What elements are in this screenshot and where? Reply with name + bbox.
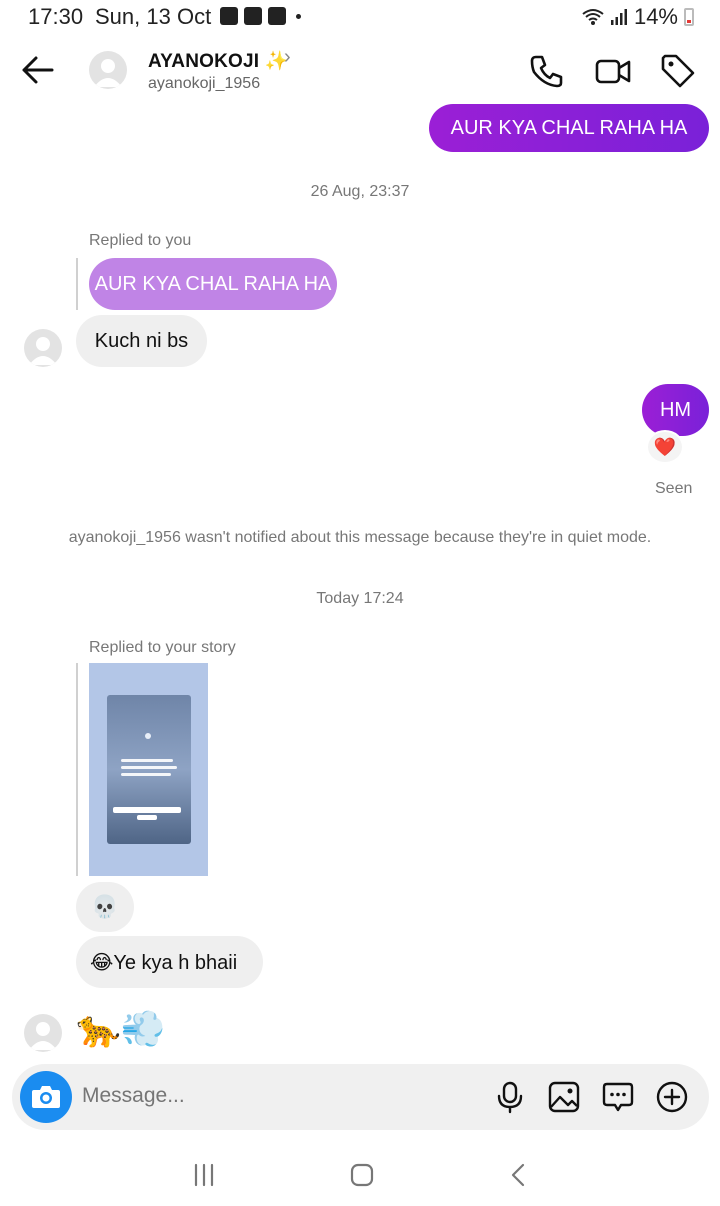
status-right: 14%: [582, 4, 694, 30]
story-preview-image: [107, 695, 191, 844]
reply-bar: [76, 258, 78, 310]
chat-bubble-icon[interactable]: [601, 1080, 635, 1114]
reply-label: Replied to your story: [89, 639, 236, 656]
sender-avatar[interactable]: [24, 329, 62, 367]
microphone-icon[interactable]: [493, 1080, 527, 1114]
timestamp: Today 17:24: [316, 590, 404, 607]
story-text-line: [121, 759, 173, 762]
phone-icon[interactable]: [528, 52, 566, 90]
quoted-text: AUR KYA CHAL RAHA HA: [94, 272, 332, 295]
message-composer: [12, 1064, 709, 1130]
message-text: AUR KYA CHAL RAHA HA: [450, 116, 688, 139]
story-text-line: [137, 815, 157, 820]
default-avatar-icon: [29, 1022, 57, 1050]
story-text-line: [113, 807, 181, 813]
wifi-icon: [582, 9, 604, 25]
message-thread[interactable]: AUR KYA CHAL RAHA HA 26 Aug, 23:37 Repli…: [0, 104, 720, 1060]
plus-circle-icon[interactable]: [655, 1080, 689, 1114]
video-camera-icon[interactable]: [594, 52, 632, 90]
message-text: 😂Ye kya h bhaii: [90, 951, 238, 974]
contact-name[interactable]: AYANOKOJI ✨: [148, 49, 289, 73]
emoji-message[interactable]: 🐆💨: [76, 1006, 166, 1052]
status-time: 17:30: [28, 4, 84, 29]
status-date: Sun, 13 Oct: [95, 4, 212, 29]
sent-message[interactable]: HM: [642, 384, 709, 436]
quoted-message[interactable]: AUR KYA CHAL RAHA HA: [89, 258, 337, 310]
reply-bar: [76, 663, 78, 876]
system-navigation-bar: [0, 1140, 720, 1206]
recent-apps-icon[interactable]: [189, 1162, 219, 1188]
sent-message[interactable]: AUR KYA CHAL RAHA HA: [429, 104, 709, 152]
received-message[interactable]: Kuch ni bs: [76, 315, 207, 367]
timestamp: 26 Aug, 23:37: [310, 183, 410, 200]
message-text: HM: [659, 398, 692, 421]
chevron-right-icon[interactable]: ›: [284, 46, 291, 69]
story-text-line: [121, 766, 177, 769]
signal-icon: [610, 9, 627, 25]
skull-emoji: 💀: [91, 894, 119, 919]
reply-label: Replied to you: [89, 232, 192, 249]
sender-avatar[interactable]: [24, 1014, 62, 1052]
default-avatar-icon: [94, 59, 122, 87]
chat-header: AYANOKOJI ✨ › ayanokoji_1956: [0, 34, 720, 108]
message-text: Kuch ni bs: [94, 329, 189, 352]
status-bar: 17:30 Sun, 13 Oct 14%: [0, 0, 720, 34]
contact-name-text: AYANOKOJI: [148, 51, 260, 72]
received-message[interactable]: 💀: [76, 882, 134, 932]
story-thumbnail[interactable]: [89, 663, 208, 876]
heart-reaction[interactable]: ❤️: [646, 430, 684, 464]
arrow-left-icon[interactable]: [20, 54, 56, 86]
camera-icon: [32, 1086, 60, 1108]
more-notifications-icon: [296, 13, 301, 19]
quiet-mode-note: ayanokoji_1956 wasn't notified about thi…: [68, 529, 652, 546]
contact-avatar[interactable]: [89, 51, 127, 89]
contact-username: ayanokoji_1956: [148, 75, 261, 92]
tag-icon[interactable]: [659, 52, 697, 90]
image-icon[interactable]: [547, 1080, 581, 1114]
alert-notification-icon: [244, 7, 262, 25]
home-icon[interactable]: [347, 1162, 377, 1188]
moon-icon: [145, 733, 151, 739]
message-input[interactable]: [82, 1084, 462, 1108]
received-message[interactable]: 😂Ye kya h bhaii: [76, 936, 263, 988]
heart-icon: ❤️: [653, 436, 677, 457]
default-avatar-icon: [29, 337, 57, 365]
back-icon[interactable]: [504, 1162, 534, 1188]
battery-percent: 14%: [633, 4, 678, 29]
seen-status: Seen: [655, 480, 693, 497]
notification-icons: [220, 7, 301, 25]
app-notification-icon: [268, 7, 286, 25]
battery-icon: [684, 8, 694, 26]
gallery-notification-icon: [220, 7, 238, 25]
camera-button[interactable]: [20, 1071, 72, 1123]
story-text-line: [121, 773, 171, 776]
